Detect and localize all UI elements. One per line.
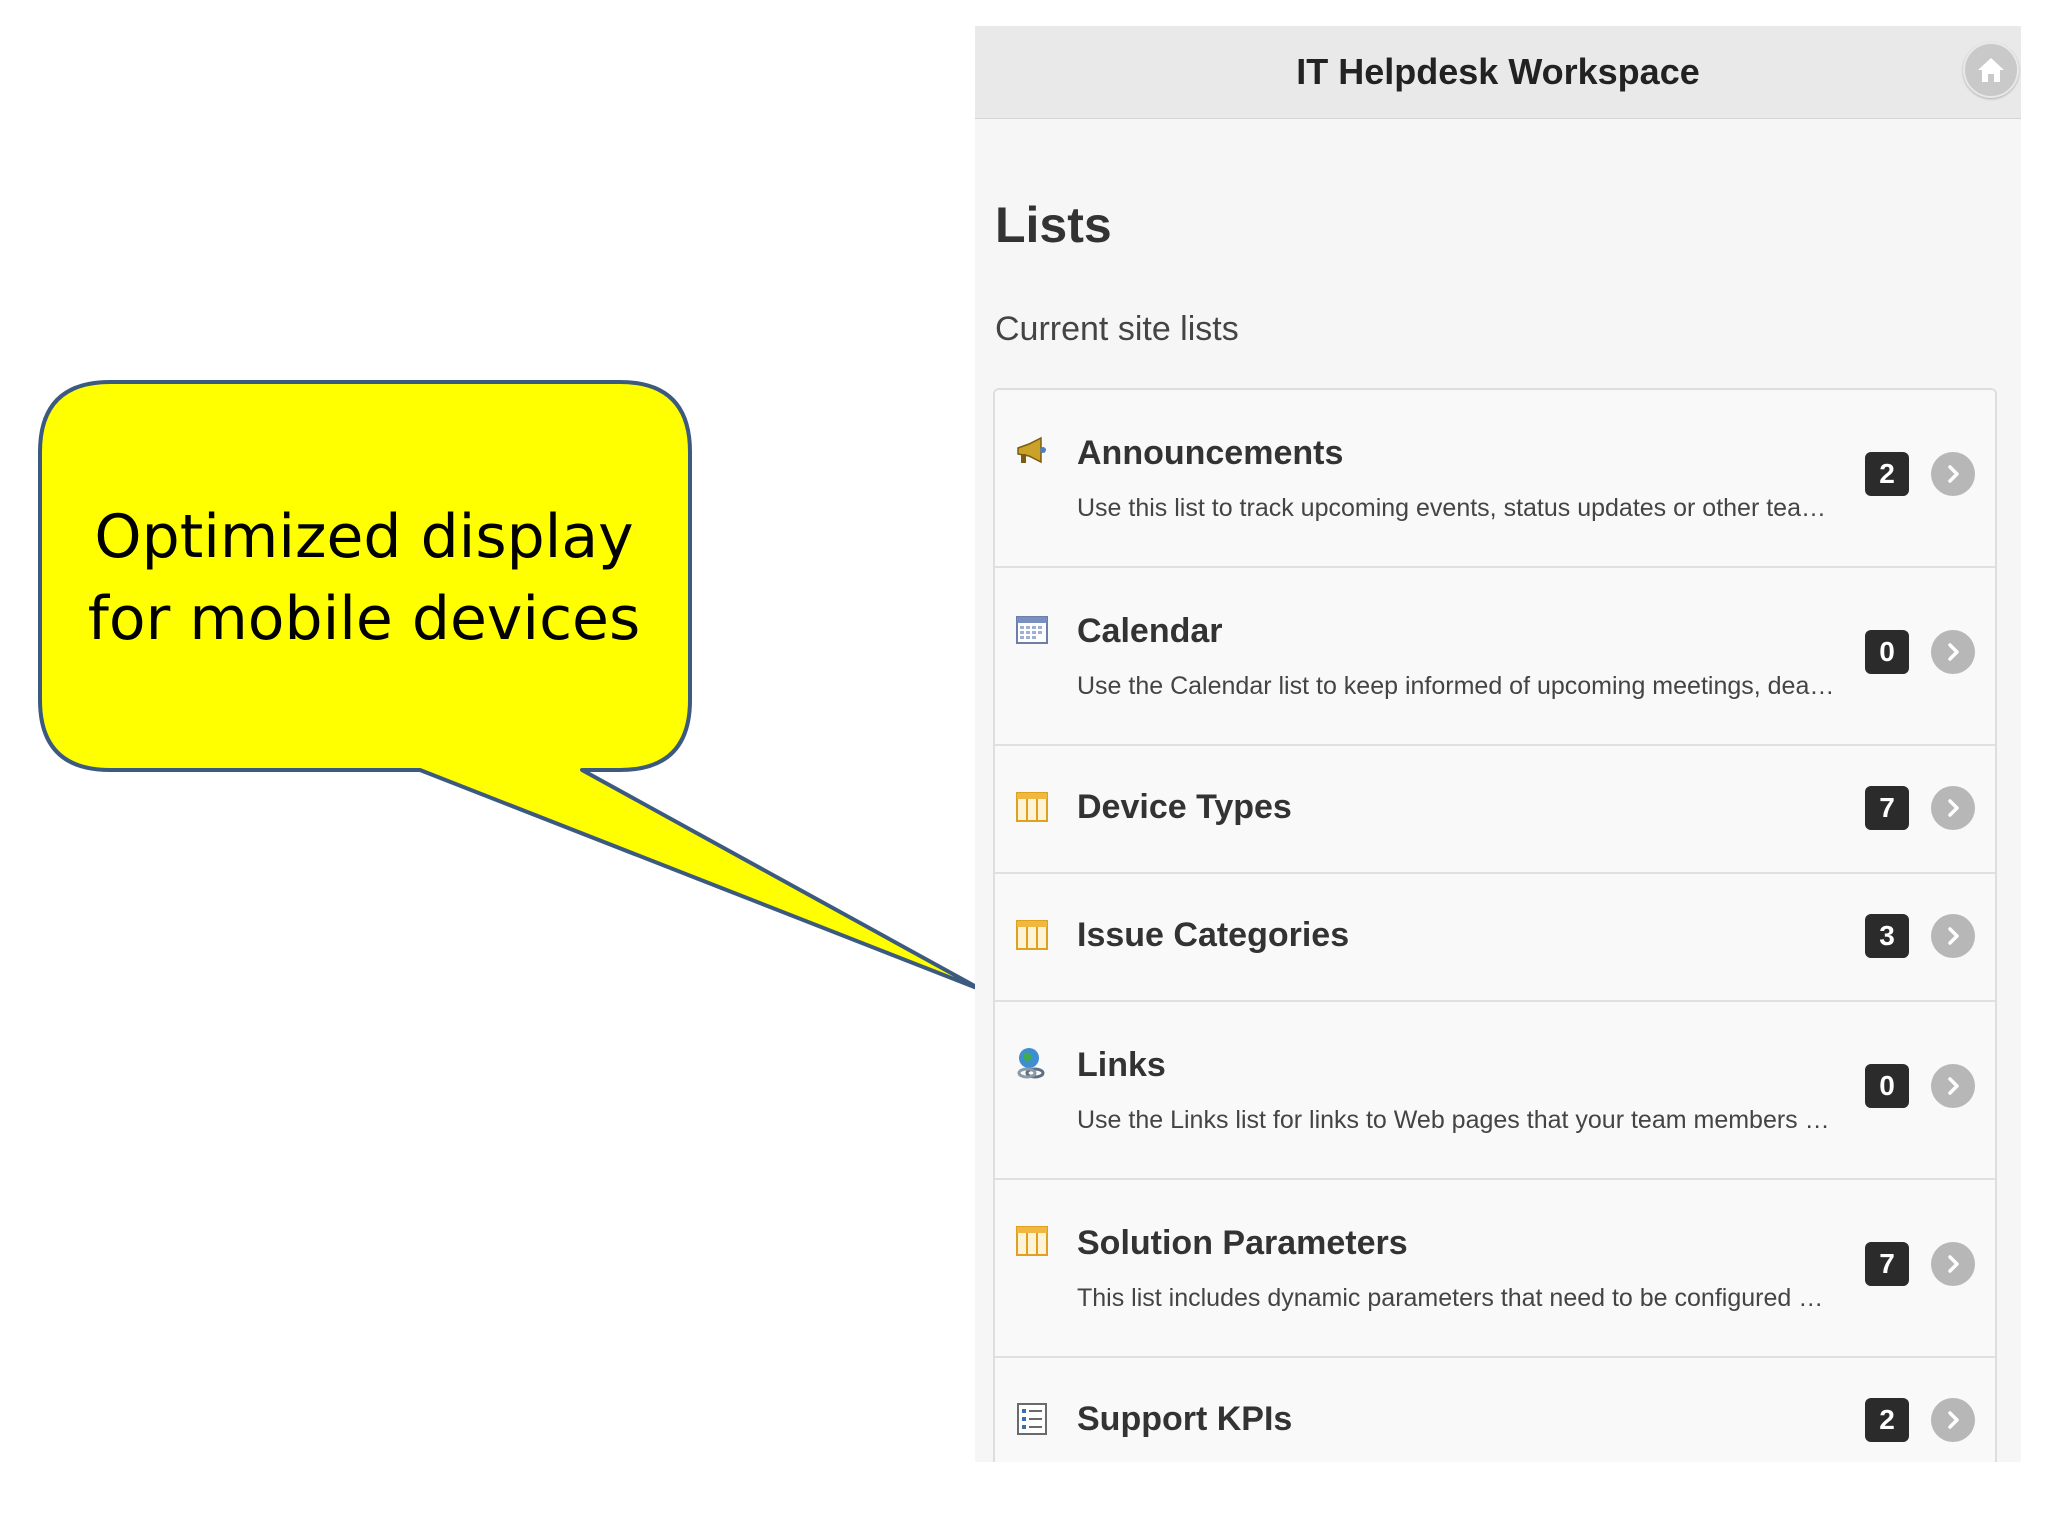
list-item-support-kpis[interactable]: Support KPIs 2 bbox=[995, 1358, 1995, 1462]
item-count-badge: 7 bbox=[1865, 1242, 1909, 1286]
list-icon bbox=[1015, 1224, 1049, 1258]
item-count-badge: 2 bbox=[1865, 452, 1909, 496]
list-item-description: Use the Calendar list to keep informed o… bbox=[1077, 672, 1837, 700]
announcement-icon bbox=[1015, 434, 1049, 468]
list-item-links[interactable]: Links Use the Links list for links to We… bbox=[995, 1002, 1995, 1180]
list-item-announcements[interactable]: Announcements Use this list to track upc… bbox=[995, 390, 1995, 568]
kpi-icon bbox=[1015, 1402, 1049, 1436]
list-item-title: Support KPIs bbox=[1077, 1400, 1293, 1438]
mobile-view: IT Helpdesk Workspace Lists Current site… bbox=[975, 26, 2021, 1462]
list-item-title: Issue Categories bbox=[1077, 916, 1350, 954]
calendar-icon bbox=[1015, 612, 1049, 646]
callout-line-1: Optimized display bbox=[94, 502, 634, 572]
list-item-description: This list includes dynamic parameters th… bbox=[1077, 1284, 1837, 1312]
item-count-badge: 2 bbox=[1865, 1398, 1909, 1442]
list-item-title: Links bbox=[1077, 1046, 1166, 1084]
list-item-description: Use this list to track upcoming events, … bbox=[1077, 494, 1837, 522]
home-button[interactable] bbox=[1963, 42, 2019, 98]
site-lists: Announcements Use this list to track upc… bbox=[993, 388, 1997, 1462]
page-subtitle: Current site lists bbox=[995, 310, 1239, 348]
chevron-right-icon[interactable] bbox=[1931, 914, 1975, 958]
list-item-device-types[interactable]: Device Types 7 bbox=[995, 746, 1995, 874]
list-item-solution-parameters[interactable]: Solution Parameters This list includes d… bbox=[995, 1180, 1995, 1358]
home-icon bbox=[1978, 58, 2004, 82]
callout-line-2: for mobile devices bbox=[87, 584, 641, 654]
chevron-right-icon[interactable] bbox=[1931, 1242, 1975, 1286]
list-icon bbox=[1015, 918, 1049, 952]
item-count-badge: 3 bbox=[1865, 914, 1909, 958]
chevron-right-icon[interactable] bbox=[1931, 786, 1975, 830]
page-title: Lists bbox=[995, 197, 1112, 253]
chevron-right-icon[interactable] bbox=[1931, 1064, 1975, 1108]
chevron-right-icon[interactable] bbox=[1931, 1398, 1975, 1442]
chevron-right-icon[interactable] bbox=[1931, 630, 1975, 674]
list-item-title: Calendar bbox=[1077, 612, 1223, 650]
item-count-badge: 7 bbox=[1865, 786, 1909, 830]
list-item-title: Device Types bbox=[1077, 788, 1292, 826]
header-title: IT Helpdesk Workspace bbox=[1296, 51, 1700, 92]
list-item-title: Solution Parameters bbox=[1077, 1224, 1408, 1262]
list-item-issue-categories[interactable]: Issue Categories 3 bbox=[995, 874, 1995, 1002]
header-bar: IT Helpdesk Workspace bbox=[975, 26, 2021, 119]
chevron-right-icon[interactable] bbox=[1931, 452, 1975, 496]
list-icon bbox=[1015, 790, 1049, 824]
item-count-badge: 0 bbox=[1865, 630, 1909, 674]
item-count-badge: 0 bbox=[1865, 1064, 1909, 1108]
list-item-description: Use the Links list for links to Web page… bbox=[1077, 1106, 1837, 1134]
list-item-title: Announcements bbox=[1077, 434, 1344, 472]
callout-text: Optimized display for mobile devices bbox=[44, 392, 684, 764]
list-item-calendar[interactable]: Calendar Use the Calendar list to keep i… bbox=[995, 568, 1995, 746]
links-icon bbox=[1015, 1046, 1049, 1080]
